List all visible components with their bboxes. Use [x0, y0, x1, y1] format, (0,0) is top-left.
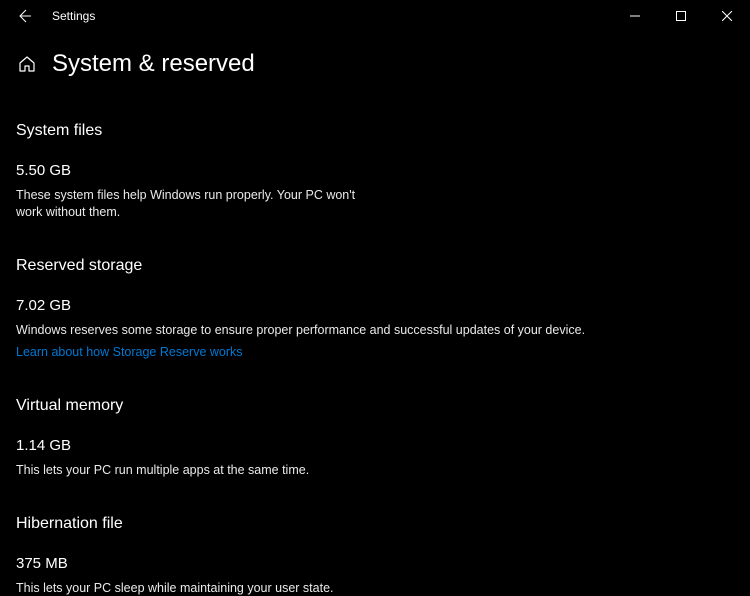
section-system-files: System files 5.50 GB These system files …	[16, 122, 734, 221]
window-controls	[612, 0, 750, 32]
section-hibernation-file: Hibernation file 375 MB This lets your P…	[16, 515, 734, 596]
section-value: 7.02 GB	[16, 297, 734, 314]
section-description: This lets your PC run multiple apps at t…	[16, 462, 734, 479]
home-icon[interactable]	[16, 53, 38, 75]
section-reserved-storage: Reserved storage 7.02 GB Windows reserve…	[16, 257, 734, 361]
section-heading: System files	[16, 122, 734, 140]
window-title: Settings	[52, 9, 95, 23]
arrow-left-icon	[16, 8, 32, 24]
learn-more-link[interactable]: Learn about how Storage Reserve works	[16, 345, 243, 359]
content: System files 5.50 GB These system files …	[0, 122, 750, 596]
maximize-icon	[676, 11, 686, 21]
section-description: Windows reserves some storage to ensure …	[16, 322, 734, 339]
page-header: System & reserved	[0, 32, 750, 86]
section-value: 1.14 GB	[16, 437, 734, 454]
section-description: These system files help Windows run prop…	[16, 187, 366, 221]
titlebar: Settings	[0, 0, 750, 32]
section-heading: Hibernation file	[16, 515, 734, 533]
section-value: 5.50 GB	[16, 162, 734, 179]
maximize-button[interactable]	[658, 0, 704, 32]
section-heading: Reserved storage	[16, 257, 734, 275]
minimize-button[interactable]	[612, 0, 658, 32]
section-virtual-memory: Virtual memory 1.14 GB This lets your PC…	[16, 397, 734, 479]
page-title: System & reserved	[52, 50, 255, 78]
section-description: This lets your PC sleep while maintainin…	[16, 580, 734, 596]
section-value: 375 MB	[16, 555, 734, 572]
section-heading: Virtual memory	[16, 397, 734, 415]
close-icon	[722, 11, 732, 21]
minimize-icon	[630, 11, 640, 21]
close-button[interactable]	[704, 0, 750, 32]
back-button[interactable]	[8, 0, 40, 32]
